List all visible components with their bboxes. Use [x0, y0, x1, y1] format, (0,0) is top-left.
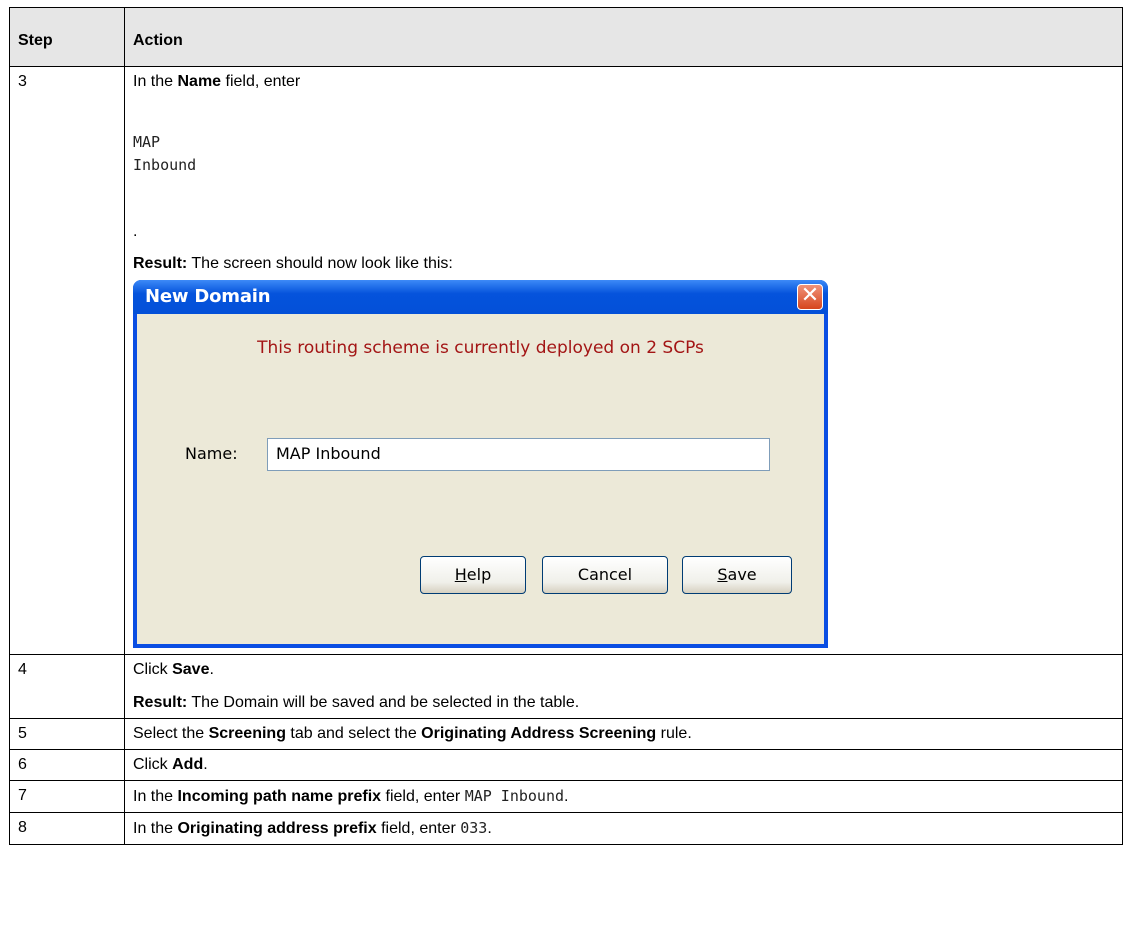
dialog-body: This routing scheme is currently deploye… [137, 314, 824, 644]
inline-code: 033 [460, 819, 488, 837]
step-number: 8 [9, 812, 125, 845]
new-domain-dialog-screenshot: New Domain ✕ This routing scheme is curr… [133, 280, 828, 648]
procedure-table: Step Action 3 In the Name field, enter M… [9, 7, 1123, 845]
close-icon[interactable]: ✕ [797, 284, 823, 310]
step-column-header: Step [9, 7, 125, 67]
table-row: 3 In the Name field, enter MAP Inbound . … [9, 66, 1123, 655]
dialog-title-bar: New Domain ✕ [133, 280, 828, 314]
result-text: Result: The screen should now look like … [133, 255, 453, 272]
cancel-button[interactable]: Cancel [542, 556, 668, 594]
step-number: 6 [9, 749, 125, 781]
action-cell: In the Originating address prefix field,… [124, 812, 1123, 845]
save-button[interactable]: Save [682, 556, 792, 594]
table-row: 8 In the Originating address prefix fiel… [9, 812, 1123, 845]
inline-code: MAP Inbound [464, 787, 565, 805]
table-row: 6 Click Add. [9, 749, 1123, 781]
action-cell: Click Save. Result: The Domain will be s… [124, 654, 1123, 719]
help-button[interactable]: Help [420, 556, 526, 594]
code-block: MAP Inbound [133, 133, 197, 174]
instruction-text: In the Name field, enter [133, 73, 301, 90]
table-row: 4 Click Save. Result: The Domain will be… [9, 654, 1123, 719]
deployment-warning-message: This routing scheme is currently deploye… [257, 338, 704, 358]
period-text: . [133, 223, 138, 240]
action-cell: In the Name field, enter MAP Inbound . Re… [124, 66, 1123, 655]
name-label: Name: [185, 444, 238, 463]
table-row: 5 Select the Screening tab and select th… [9, 718, 1123, 750]
instruction-text: Click Save. [133, 661, 214, 678]
action-cell: Select the Screening tab and select the … [124, 718, 1123, 750]
table-header-row: Step Action [9, 7, 1123, 67]
step-number: 5 [9, 718, 125, 750]
table-row: 7 In the Incoming path name prefix field… [9, 780, 1123, 813]
action-cell: Click Add. [124, 749, 1123, 781]
step-number: 3 [9, 66, 125, 655]
name-field[interactable]: MAP Inbound [267, 438, 770, 471]
action-cell: In the Incoming path name prefix field, … [124, 780, 1123, 813]
result-text: Result: The Domain will be saved and be … [133, 694, 580, 711]
dialog-title: New Domain [145, 286, 271, 307]
step-number: 4 [9, 654, 125, 719]
action-column-header: Action [124, 7, 1123, 67]
step-number: 7 [9, 780, 125, 813]
